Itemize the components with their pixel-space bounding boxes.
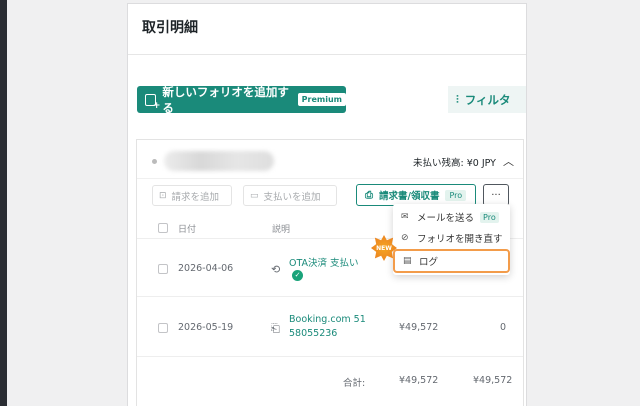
reopen-folio-label: フォリオを開き直す xyxy=(417,234,503,245)
description-header: 説明 xyxy=(272,225,291,235)
printer-icon: ⎙ xyxy=(365,189,373,201)
row-description-link[interactable]: OTA決済 支払い xyxy=(289,255,359,269)
add-request-label: 請求を追加 xyxy=(171,191,220,203)
more-options-menu: ✉ メールを送る Pro ⊘ フォリオを開き直す ▤ ログ xyxy=(393,204,510,275)
more-options-button[interactable]: ··· xyxy=(483,184,509,206)
invoice-label: 請求書/領収書 xyxy=(379,191,440,202)
pro-badge: Pro xyxy=(445,189,467,201)
pro-badge: Pro xyxy=(480,211,499,223)
menu-item-log[interactable]: ▤ ログ xyxy=(393,249,510,273)
add-folio-label: 新しいフォリオを追加する xyxy=(162,84,289,115)
row-date: 2026-05-19 xyxy=(178,322,234,333)
card-icon: ▭ xyxy=(250,190,259,201)
mail-icon: ✉ xyxy=(401,212,409,222)
row-checkbox[interactable] xyxy=(158,323,168,333)
table-row: 2026-05-19 ⎗ Booking.com 51 58055236 ¥49… xyxy=(137,297,523,357)
log-label: ログ xyxy=(419,257,439,268)
row-date: 2026-04-06 xyxy=(178,263,234,274)
total-amount: ¥49,572 xyxy=(399,375,439,386)
folio-header[interactable]: 未払い残高: ¥0 JPY ︿ xyxy=(137,140,523,178)
receipt-icon: ⎗ xyxy=(271,322,280,335)
filter-button[interactable]: ⫶ フィルタ xyxy=(448,86,526,113)
row-amount: ¥49,572 xyxy=(399,322,439,333)
check-circle-icon: ⊘ xyxy=(401,233,409,243)
page-title: 取引明細 xyxy=(142,20,198,36)
add-payment-button[interactable]: ▭ 支払いを追加 xyxy=(243,185,337,206)
filter-label: フィルタ xyxy=(464,92,511,107)
status-dot xyxy=(152,159,157,164)
table-total-row: 合計: ¥49,572 ¥49,572 xyxy=(137,357,523,406)
premium-badge: Premium xyxy=(297,93,346,106)
divider xyxy=(128,54,526,55)
row-balance: 0 xyxy=(500,322,507,333)
confirmed-check-icon: ✓ xyxy=(292,269,303,281)
add-payment-label: 支払いを追加 xyxy=(263,191,321,203)
menu-item-reopen-folio[interactable]: ⊘ フォリオを開き直す xyxy=(393,228,510,248)
add-folio-button[interactable]: 新しいフォリオを追加する Premium xyxy=(137,84,346,115)
chevron-up-icon[interactable]: ︿ xyxy=(503,153,514,169)
document-icon: ▤ xyxy=(403,256,412,266)
add-folio-icon xyxy=(145,93,161,111)
select-all-checkbox[interactable] xyxy=(158,223,168,233)
ota-icon: ⟲ xyxy=(271,263,281,276)
add-request-icon: ⊡ xyxy=(159,190,167,201)
row-description-link[interactable]: Booking.com 51 xyxy=(289,314,366,325)
date-header: 日付 xyxy=(178,225,197,235)
row-checkbox[interactable] xyxy=(158,264,168,274)
row-description-line2[interactable]: 58055236 xyxy=(289,328,337,339)
left-edge-strip xyxy=(0,0,7,406)
invoice-receipt-button[interactable]: ⎙ 請求書/領収書 Pro xyxy=(356,184,476,206)
divider xyxy=(137,178,523,179)
add-request-button[interactable]: ⊡ 請求を追加 xyxy=(152,185,232,206)
menu-item-send-email[interactable]: ✉ メールを送る Pro xyxy=(393,207,510,227)
blurred-folio-name xyxy=(164,151,274,171)
send-email-label: メールを送る xyxy=(417,213,475,224)
filter-icon: ⫶ xyxy=(456,92,459,106)
total-balance: ¥49,572 xyxy=(473,375,513,386)
total-label: 合計: xyxy=(343,378,366,389)
unpaid-balance: 未払い残高: ¥0 JPY xyxy=(413,158,496,169)
